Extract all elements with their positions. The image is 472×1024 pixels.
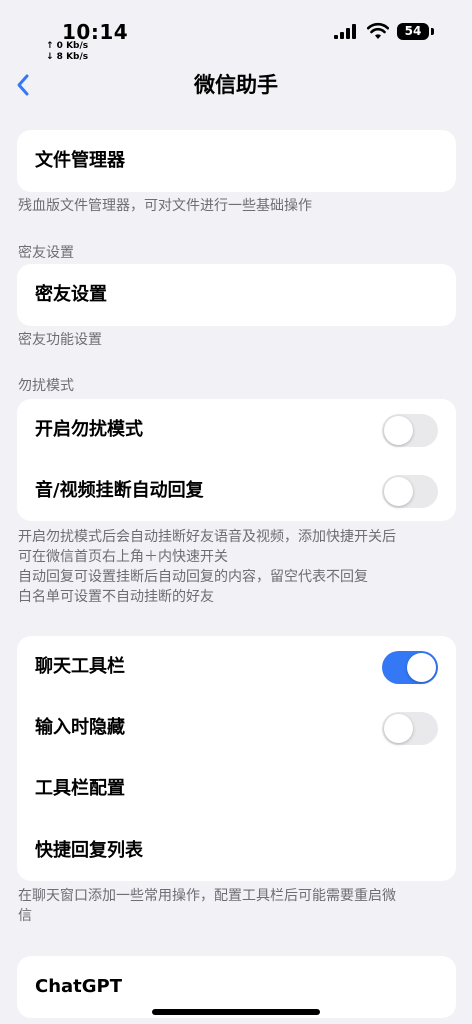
call-auto-reply-toggle[interactable] [382,475,438,508]
home-indicator[interactable] [152,1009,320,1015]
dnd-enable-row[interactable]: 开启勿扰模式 [17,399,456,461]
quick-reply-list-label: 快捷回复列表 [35,840,143,861]
battery-icon: 54 [397,23,429,40]
file-manager-card: 文件管理器 [17,130,456,192]
call-auto-reply-row[interactable]: 音/视频挂断自动回复 [17,460,456,522]
file-manager-label: 文件管理器 [35,150,125,171]
dnd-card: 开启勿扰模式 音/视频挂断自动回复 [17,399,456,521]
battery-level: 54 [404,24,422,38]
footer-text: 密友功能设置 [18,332,102,348]
friend-settings-card: 密友设置 [17,264,456,326]
footer-line: 开启勿扰模式后会自动挂断好友语音及视频，添加快捷开关后 [18,529,396,545]
toggle-knob [384,714,413,743]
dnd-enable-label: 开启勿扰模式 [35,419,143,440]
hide-on-input-toggle[interactable] [382,712,438,745]
quick-reply-list-row[interactable]: 快捷回复列表 [17,820,456,882]
chat-toolbar-label: 聊天工具栏 [35,656,125,677]
dnd-enable-toggle[interactable] [382,414,438,447]
toggle-knob [407,653,436,682]
friend-settings-footer: 密友功能设置 [18,330,458,350]
download-speed: ↓ 8 Kb/s [46,52,89,62]
battery-cap [431,28,434,35]
file-manager-footer: 残血版文件管理器，可对文件进行一些基础操作 [18,196,458,216]
toolbar-footer: 在聊天窗口添加一些常用操作，配置工具栏后可能需要重启微 信 [18,886,458,926]
friend-settings-label: 密友设置 [35,284,107,305]
upload-speed: ↑ 0 Kb/s [46,41,89,51]
call-auto-reply-label: 音/视频挂断自动回复 [35,480,204,501]
chat-toolbar-row[interactable]: 聊天工具栏 [17,636,456,698]
friend-settings-row[interactable]: 密友设置 [17,264,456,326]
toolbar-config-row[interactable]: 工具栏配置 [17,758,456,820]
toggle-knob [384,416,413,445]
footer-text: 残血版文件管理器，可对文件进行一些基础操作 [18,198,312,214]
toggle-knob [384,477,413,506]
toolbar-config-label: 工具栏配置 [35,778,125,799]
hide-on-input-label: 输入时隐藏 [35,717,125,738]
file-manager-row[interactable]: 文件管理器 [17,130,456,192]
chatgpt-label: ChatGPT [35,976,123,997]
footer-line: 自动回复可设置挂断后自动回复的内容，留空代表不回复 [18,569,368,585]
friend-section-header: 密友设置 [18,245,74,261]
cellular-signal-icon [334,24,356,39]
dnd-footer: 开启勿扰模式后会自动挂断好友语音及视频，添加快捷开关后 可在微信首页右上角＋内快… [18,527,458,607]
page-title: 微信助手 [194,73,278,97]
hide-on-input-row[interactable]: 输入时隐藏 [17,697,456,759]
dnd-section-header: 勿扰模式 [18,378,74,394]
navigation-bar: 微信助手 [0,66,472,106]
footer-line: 白名单可设置不自动挂断的好友 [18,589,214,605]
footer-line: 在聊天窗口添加一些常用操作，配置工具栏后可能需要重启微 [18,888,396,904]
wifi-icon [367,22,389,39]
toolbar-card: 聊天工具栏 输入时隐藏 工具栏配置 快捷回复列表 [17,636,456,881]
chat-toolbar-toggle[interactable] [382,651,438,684]
status-bar: 10:14 ↑ 0 Kb/s ↓ 8 Kb/s 54 [0,0,472,66]
footer-line: 信 [18,908,32,924]
footer-line: 可在微信首页右上角＋内快速开关 [18,549,228,565]
